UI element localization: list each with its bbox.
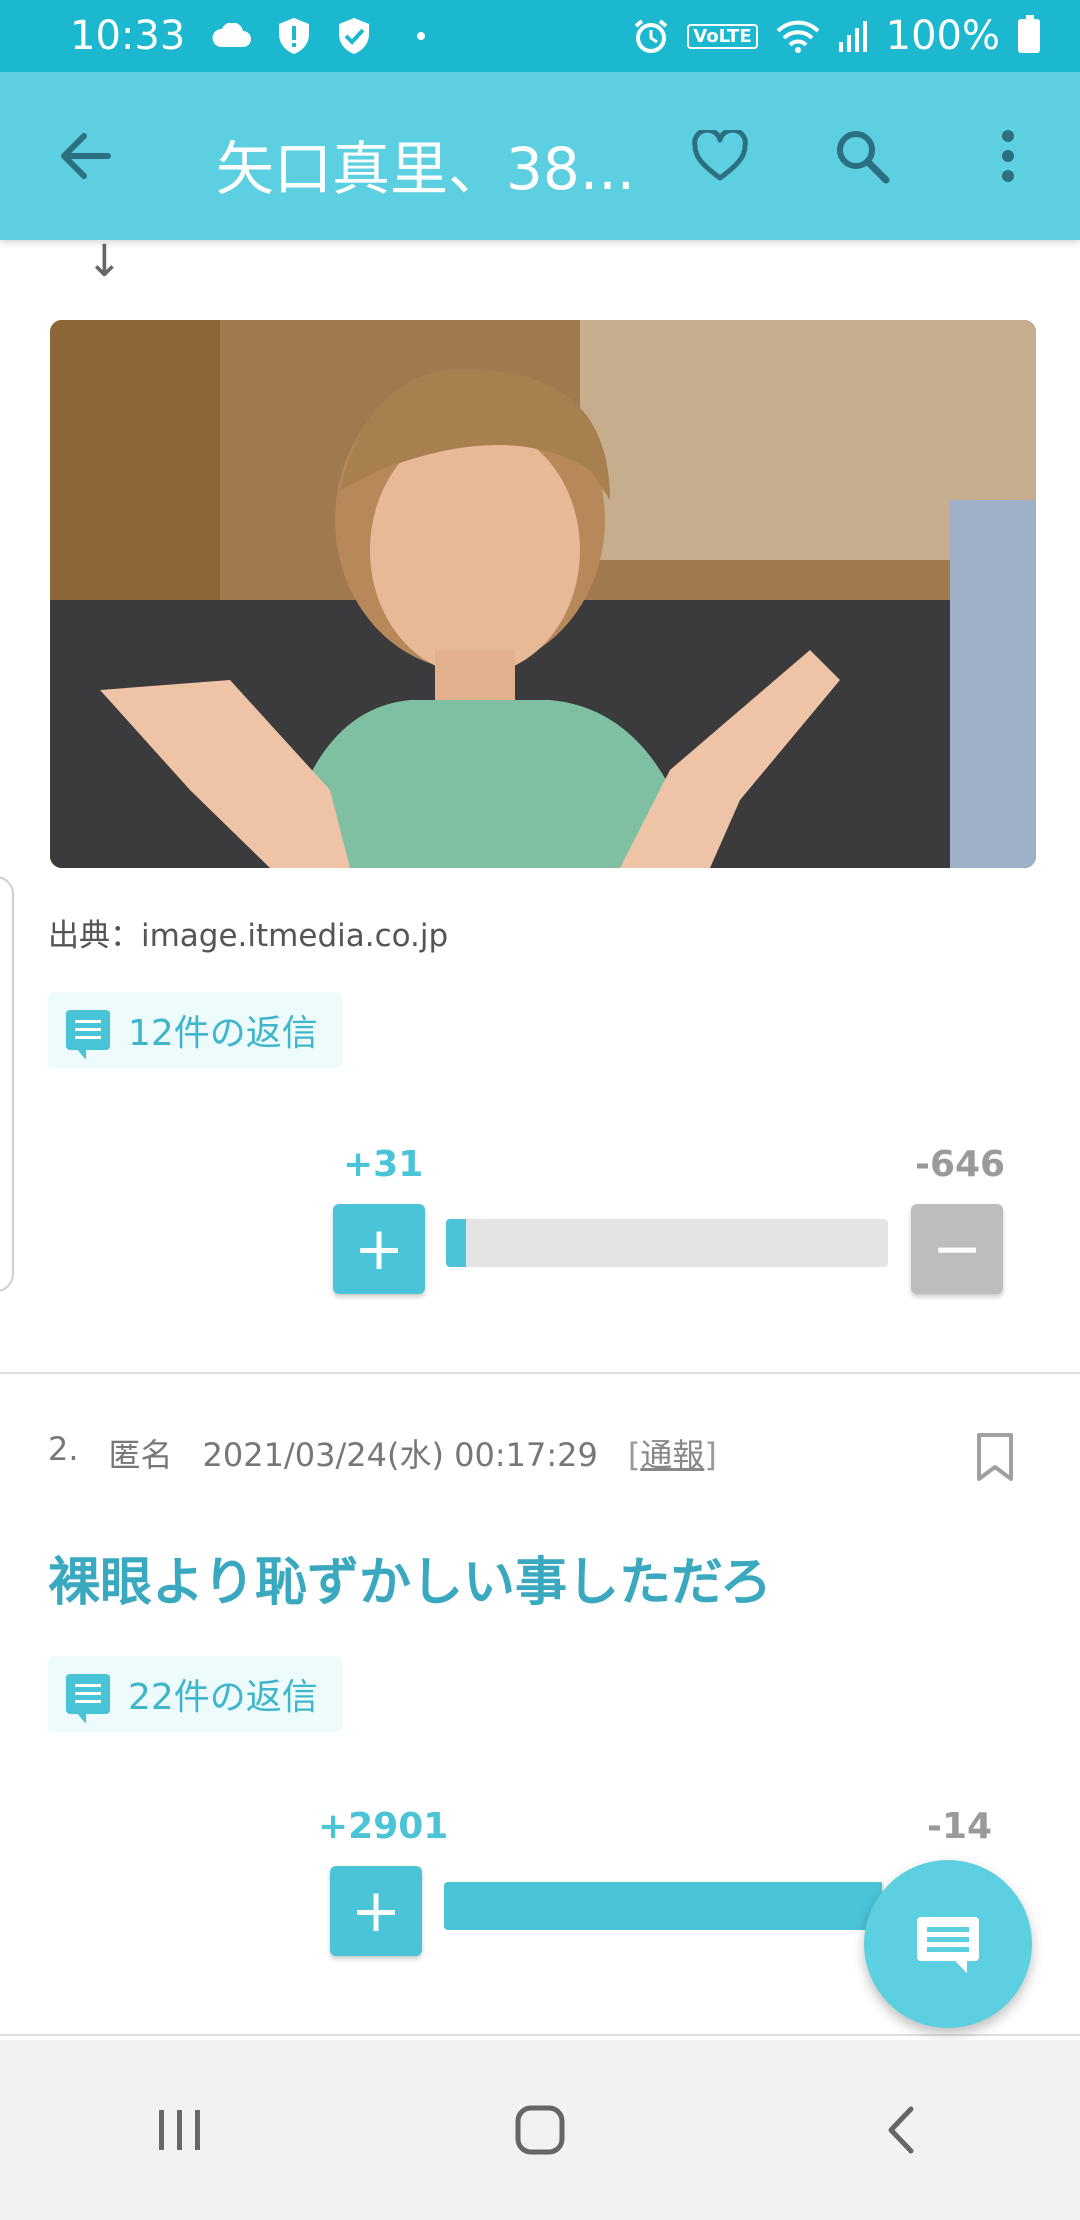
plus-vote-count: +2901 <box>318 1806 449 1847</box>
wifi-icon <box>776 19 820 53</box>
signal-icon <box>838 20 868 52</box>
battery-percent: 100% <box>885 13 1000 59</box>
home-icon <box>515 2105 565 2155</box>
down-arrow-icon: ↓ <box>86 236 123 287</box>
plus-vote-button[interactable]: + <box>333 1204 425 1294</box>
cloud-icon <box>211 23 252 49</box>
report-link[interactable]: [通報] <box>628 1430 717 1476</box>
replies-label: 22件の返信 <box>128 1677 318 1718</box>
plus-vote-button[interactable]: + <box>330 1866 422 1956</box>
more-button[interactable] <box>958 72 1058 240</box>
replies-label: 12件の返信 <box>128 1013 318 1054</box>
post-photo[interactable] <box>50 320 1036 868</box>
app-bar: 矢口真里、38... <box>0 72 1080 240</box>
new-comment-fab[interactable] <box>864 1860 1032 2028</box>
vote-ratio-fill <box>446 1219 467 1267</box>
plus-vote-count: +31 <box>343 1144 424 1185</box>
minus-vote-count: -646 <box>915 1144 1006 1185</box>
notification-dot-icon <box>417 32 426 40</box>
heart-icon <box>692 130 748 181</box>
recent-apps-button[interactable] <box>120 2070 240 2190</box>
bookmark-button[interactable] <box>976 1432 1014 1482</box>
vote-ratio-fill <box>444 1882 882 1930</box>
image-source: 出典：image.itmedia.co.jp <box>48 918 449 954</box>
comment-text: 裸眼より恥ずかしい事しただろ <box>48 1553 772 1613</box>
bookmark-icon <box>977 1433 1013 1481</box>
back-button[interactable] <box>35 72 135 240</box>
chevron-left-icon <box>888 2106 914 2154</box>
back-nav-button[interactable] <box>840 2070 960 2190</box>
page-title: 矢口真里、38... <box>216 135 636 203</box>
system-nav-bar <box>0 2040 1080 2220</box>
replies-button[interactable]: 12件の返信 <box>48 992 342 1068</box>
comment-author: 匿名 <box>108 1436 173 1474</box>
post-divider <box>0 1372 1080 1374</box>
home-button[interactable] <box>480 2070 600 2190</box>
favorite-button[interactable] <box>670 72 770 240</box>
alarm-icon <box>633 18 669 54</box>
vote-ratio-bar <box>446 1219 888 1267</box>
status-time: 10:33 <box>70 13 186 59</box>
post-divider <box>0 2034 1080 2036</box>
minus-vote-count: -14 <box>927 1806 993 1847</box>
recent-apps-icon <box>159 2110 200 2150</box>
minus-vote-button[interactable]: − <box>911 1204 1003 1294</box>
comment-icon <box>66 1010 110 1060</box>
shield-check-icon <box>337 17 371 55</box>
replies-button[interactable]: 22件の返信 <box>48 1656 342 1732</box>
vote-ratio-bar <box>444 1882 884 1930</box>
status-bar: 10:33 VoLTE 100% <box>0 0 1080 72</box>
search-icon <box>837 131 890 184</box>
comment-icon <box>66 1674 110 1724</box>
comment-datetime: 2021/03/24(水) 00:17:29 <box>202 1436 598 1474</box>
search-button[interactable] <box>812 72 912 240</box>
comment-number: 2. <box>48 1430 79 1468</box>
comment-meta: 2. 匿名 2021/03/24(水) 00:17:29 [通報] <box>48 1430 717 1476</box>
side-scroll-tab[interactable] <box>0 876 14 1292</box>
more-vert-icon <box>1002 130 1014 182</box>
battery-icon <box>1018 15 1040 53</box>
shield-alert-icon <box>277 17 311 55</box>
back-arrow-icon <box>61 133 111 179</box>
comment-icon <box>917 1917 979 1973</box>
volte-badge: VoLTE <box>687 23 758 49</box>
